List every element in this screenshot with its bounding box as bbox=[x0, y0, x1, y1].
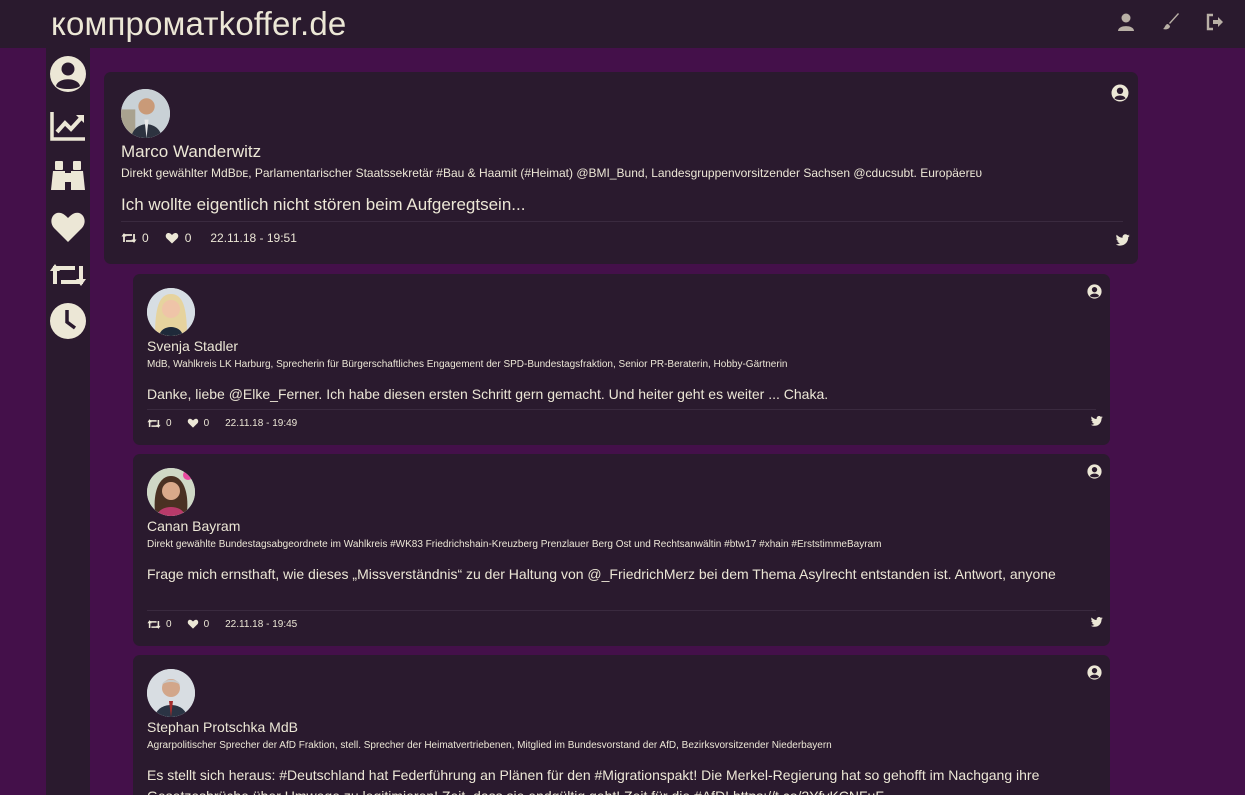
avatar[interactable] bbox=[121, 89, 170, 138]
sidebar bbox=[46, 48, 90, 795]
divider bbox=[147, 610, 1096, 611]
heart-icon bbox=[187, 418, 199, 428]
tweet-meta: 0 0 22.11.18 - 19:49 bbox=[147, 416, 297, 430]
author-bio: Direkt gewählter MdBᴅᴇ, Parlamentarische… bbox=[121, 166, 983, 180]
author-name[interactable]: Canan Bayram bbox=[147, 518, 240, 535]
author-bio: Agrarpolitischer Sprecher der AfD Frakti… bbox=[147, 740, 832, 751]
heart-icon[interactable] bbox=[49, 208, 87, 246]
divider bbox=[147, 409, 1096, 410]
author-bio: MdB, Wahlkreis LK Harburg, Sprecherin fü… bbox=[147, 359, 788, 370]
timestamp: 22.11.18 - 19:51 bbox=[210, 231, 297, 245]
tweet-card: Marco Wanderwitz Direkt gewählter MdBᴅᴇ,… bbox=[104, 72, 1138, 264]
heart-icon bbox=[165, 232, 179, 244]
user-circle-icon[interactable] bbox=[1111, 84, 1129, 102]
like-count: 0 bbox=[184, 231, 192, 245]
top-navbar: компроматkoffer.de bbox=[0, 0, 1245, 48]
heart-icon bbox=[187, 619, 199, 629]
tweet-card: Stephan Protschka MdB Agrarpolitischer S… bbox=[133, 655, 1110, 795]
avatar[interactable] bbox=[147, 288, 195, 336]
avatar[interactable] bbox=[147, 669, 195, 717]
user-icon[interactable] bbox=[1116, 12, 1136, 32]
tweet-card: Canan Bayram Direkt gewählte Bundestagsa… bbox=[133, 454, 1110, 646]
tweet-text: Es stellt sich heraus: #Deutschland hat … bbox=[147, 767, 1040, 795]
sign-out-icon[interactable] bbox=[1205, 12, 1225, 32]
user-circle-icon[interactable] bbox=[49, 55, 87, 93]
trend-chart-icon[interactable] bbox=[49, 106, 87, 144]
twitter-icon[interactable] bbox=[1091, 416, 1103, 426]
brush-icon[interactable] bbox=[1161, 12, 1181, 32]
divider bbox=[121, 221, 1123, 222]
twitter-icon[interactable] bbox=[1091, 617, 1103, 627]
like-count: 0 bbox=[203, 417, 210, 429]
tweet-meta: 0 0 22.11.18 - 19:45 bbox=[147, 617, 297, 631]
retweet-count: 0 bbox=[166, 417, 172, 429]
retweet-icon bbox=[121, 232, 137, 244]
retweet-icon bbox=[147, 418, 161, 429]
tweet-text: Frage mich ernsthaft, wie dieses „Missve… bbox=[147, 566, 1056, 582]
user-circle-icon[interactable] bbox=[1087, 464, 1102, 479]
tweet-meta: 0 0 22.11.18 - 19:51 bbox=[121, 230, 297, 246]
author-name[interactable]: Stephan Protschka MdB bbox=[147, 719, 298, 736]
like-count: 0 bbox=[203, 618, 210, 630]
author-name[interactable]: Svenja Stadler bbox=[147, 338, 238, 355]
tweet-text: Danke, liebe @Elke_Ferner. Ich habe dies… bbox=[147, 386, 829, 402]
binoculars-icon[interactable] bbox=[49, 157, 87, 195]
tweet-card: Svenja Stadler MdB, Wahlkreis LK Harburg… bbox=[133, 274, 1110, 445]
retweet-icon[interactable] bbox=[49, 256, 87, 294]
user-circle-icon[interactable] bbox=[1087, 284, 1102, 299]
tweet-text: Ich wollte eigentlich nicht stören beim … bbox=[121, 195, 526, 214]
brand-title[interactable]: компроматkoffer.de bbox=[51, 4, 346, 44]
author-bio: Direkt gewählte Bundestagsabgeordnete im… bbox=[147, 539, 882, 550]
avatar[interactable] bbox=[147, 468, 195, 516]
timestamp: 22.11.18 - 19:45 bbox=[225, 618, 298, 630]
retweet-icon bbox=[147, 619, 161, 630]
clock-icon[interactable] bbox=[49, 302, 87, 340]
author-name[interactable]: Marco Wanderwitz bbox=[121, 142, 261, 162]
twitter-icon[interactable] bbox=[1116, 234, 1130, 246]
retweet-count: 0 bbox=[166, 618, 172, 630]
user-circle-icon[interactable] bbox=[1087, 665, 1102, 680]
retweet-count: 0 bbox=[142, 231, 149, 245]
timestamp: 22.11.18 - 19:49 bbox=[225, 417, 298, 429]
